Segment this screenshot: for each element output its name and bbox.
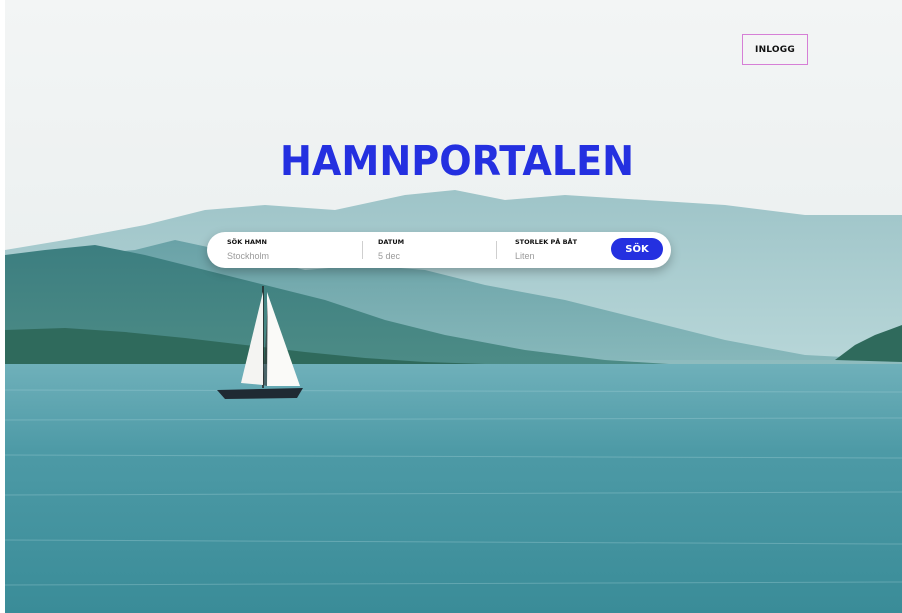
hero-background <box>5 0 902 613</box>
date-input[interactable] <box>378 249 488 263</box>
harbor-label: SÖK HAMN <box>227 238 267 246</box>
divider <box>496 241 497 259</box>
search-button[interactable]: SÖK <box>611 238 663 260</box>
boat-size-input[interactable] <box>515 249 595 263</box>
divider <box>362 241 363 259</box>
search-bar: SÖK HAMN DATUM STORLEK PÅ BÅT SÖK <box>207 232 671 268</box>
page-title: HAMNPORTALEN <box>280 137 635 185</box>
harbor-input[interactable] <box>227 249 337 263</box>
login-button[interactable]: INLOGG <box>742 34 808 65</box>
lake-mountains-sailboat-image <box>5 0 902 613</box>
boat-size-label: STORLEK PÅ BÅT <box>515 238 578 246</box>
date-label: DATUM <box>378 238 405 246</box>
